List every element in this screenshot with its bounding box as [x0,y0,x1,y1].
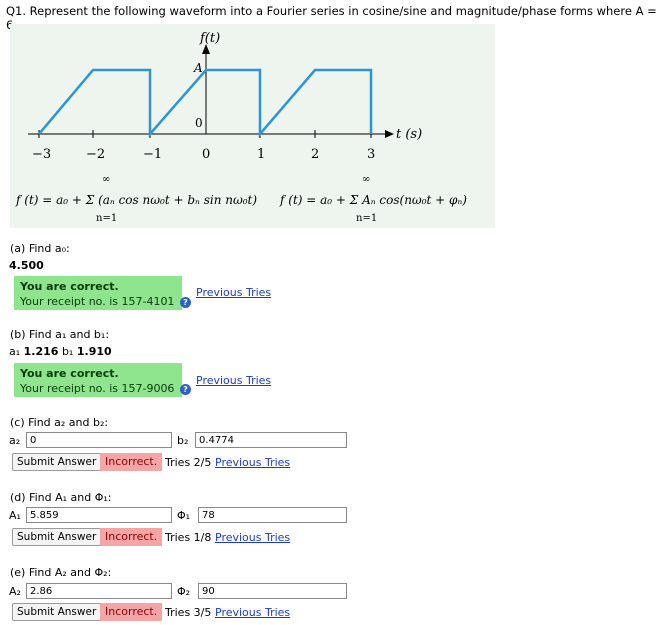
part-c-first-input[interactable] [26,432,172,448]
part-a-answer: 4.500 [9,259,44,272]
part-b-a-value: 1.216 [23,345,59,358]
tick-label: −2 [86,147,105,162]
part-c-second-input[interactable] [195,432,347,448]
part-a-correct-box: You are correct. Your receipt no. is 157… [14,276,191,310]
receipt-text: Your receipt no. is 157-4101 ? [20,295,191,308]
part-a-label: (a) Find a₀: [10,242,70,255]
part-e-first-input[interactable] [26,583,172,599]
part-c-tries: Tries 2/5 [165,456,212,469]
part-e-label: (e) Find A₂ and Φ₂: [10,566,112,579]
part-d-first-input[interactable] [26,507,172,523]
part-d-tries: Tries 1/8 [165,531,212,544]
part-e-previous-tries-link[interactable]: Previous Tries [215,606,290,619]
sum-lower-limit: n=1 [356,213,377,224]
part-d-status-badge: Incorrect. [100,528,163,546]
amplitude-label: A [193,61,203,75]
receipt-number: Your receipt no. is 157-4101 [20,295,175,308]
sum-upper-limit: ∞ [102,174,110,185]
receipt-text: Your receipt no. is 157-9006 ? [20,382,191,395]
correct-title: You are correct. [20,280,119,293]
part-c-previous-tries-link[interactable]: Previous Tries [215,456,290,469]
part-c-status-badge: Incorrect. [100,453,163,471]
f-axis-label: f(t) [199,31,220,46]
part-c-second-name: b₂ [177,434,189,447]
part-c-label: (c) Find a₂ and b₂: [10,416,109,429]
waveform-figure: f(t) A 0 t (s) −3 −2 −1 0 1 2 3 ∞ f (t) … [10,24,495,228]
origin-label: 0 [195,116,203,130]
part-e-tries: Tries 3/5 [165,606,212,619]
part-e-status-badge: Incorrect. [100,603,163,621]
part-e-first-name: A₂ [9,585,21,598]
sum-lower-limit: n=1 [96,213,117,224]
formula-magnitude-phase: f (t) = a₀ + Σ Aₙ cos(nω₀t + φₙ) [279,193,467,207]
part-d-second-input[interactable] [198,507,347,523]
receipt-number: Your receipt no. is 157-9006 [20,382,175,395]
part-d-first-name: A₁ [9,509,21,522]
waveform-plot: f(t) A 0 t (s) −3 −2 −1 0 1 2 3 ∞ f (t) … [15,31,467,224]
part-c-first-name: a₂ [9,434,21,447]
tick-label: 1 [257,147,265,162]
part-a-previous-tries-link[interactable]: Previous Tries [196,286,271,299]
part-e-submit-button[interactable]: Submit Answer [12,603,102,621]
part-b-label: (b) Find a₁ and b₁: [10,328,110,341]
waveform-line [38,68,373,138]
help-icon[interactable]: ? [179,296,191,308]
part-b-previous-tries-link[interactable]: Previous Tries [196,374,271,387]
part-b-b-name: b₁ [61,345,74,358]
part-d-submit-button[interactable]: Submit Answer [12,528,102,546]
t-axis-label: t (s) [396,127,422,142]
help-icon[interactable]: ? [179,383,191,395]
part-e-second-input[interactable] [198,583,347,599]
tick-label: 0 [202,147,210,162]
tick-label: 2 [311,147,319,162]
part-b-a-name: a₁ [9,345,21,358]
correct-title: You are correct. [20,367,119,380]
tick-label: −1 [143,147,162,162]
part-d-second-name: Φ₁ [177,509,191,522]
sum-upper-limit: ∞ [362,174,370,185]
part-c-submit-button[interactable]: Submit Answer [12,453,102,471]
part-e-second-name: Φ₂ [177,585,191,598]
part-d-label: (d) Find A₁ and Φ₁: [10,491,112,504]
part-d-previous-tries-link[interactable]: Previous Tries [215,531,290,544]
formula-cosine-sine: f (t) = a₀ + Σ (aₙ cos nω₀t + bₙ sin nω₀… [15,193,257,207]
part-b-b-value: 1.910 [76,345,112,358]
t-axis-arrow [385,130,394,138]
part-b-correct-box: You are correct. Your receipt no. is 157… [14,363,191,397]
part-b-answers: a₁ 1.216 b₁ 1.910 [9,345,112,358]
tick-label: −3 [32,147,51,162]
tick-label: 3 [367,147,375,162]
